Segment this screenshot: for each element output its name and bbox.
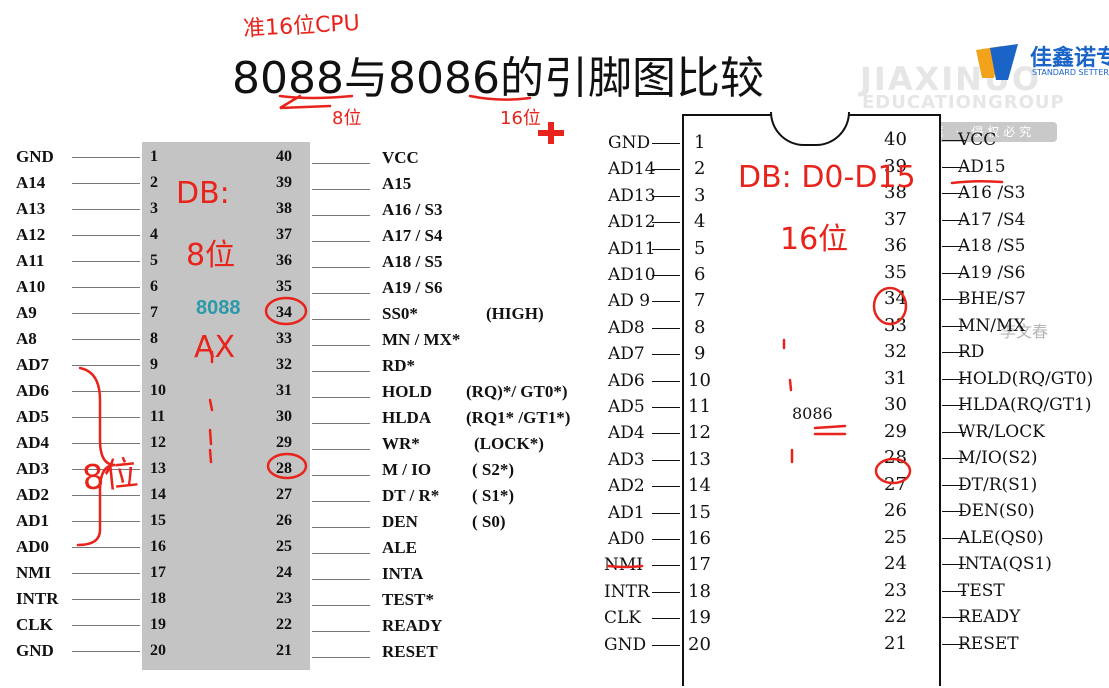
note-db-8086: DB: D0-D15 bbox=[738, 160, 916, 195]
note-db-8088: DB: bbox=[176, 176, 230, 211]
underline-ad0 bbox=[606, 564, 644, 569]
circle-34-8088 bbox=[264, 296, 308, 326]
note-16bit-bus: 16位 bbox=[500, 108, 541, 129]
circle-28-8088 bbox=[266, 452, 308, 480]
circle-28-8086 bbox=[874, 457, 912, 485]
circle-34-8086 bbox=[872, 286, 908, 326]
note-8bit-8088: 8位 bbox=[186, 238, 236, 273]
underline-8086 bbox=[468, 94, 532, 101]
note-16bit-8086: 16位 bbox=[780, 222, 849, 257]
red-cross-icon bbox=[538, 122, 564, 144]
note-8bit-bus: 8位 bbox=[332, 108, 362, 129]
underline-ad15 bbox=[950, 179, 1004, 185]
underline-chip86 bbox=[813, 424, 847, 436]
handwriting-layer bbox=[76, 94, 1004, 569]
marks-8086 bbox=[782, 338, 794, 464]
underline-8088 bbox=[278, 94, 354, 100]
marks-8088 bbox=[208, 350, 214, 464]
note-8bit-bracket: 8位 bbox=[80, 453, 140, 499]
note-quasi16: 准16位CPU bbox=[242, 10, 361, 43]
note-ax: AX bbox=[194, 330, 236, 365]
